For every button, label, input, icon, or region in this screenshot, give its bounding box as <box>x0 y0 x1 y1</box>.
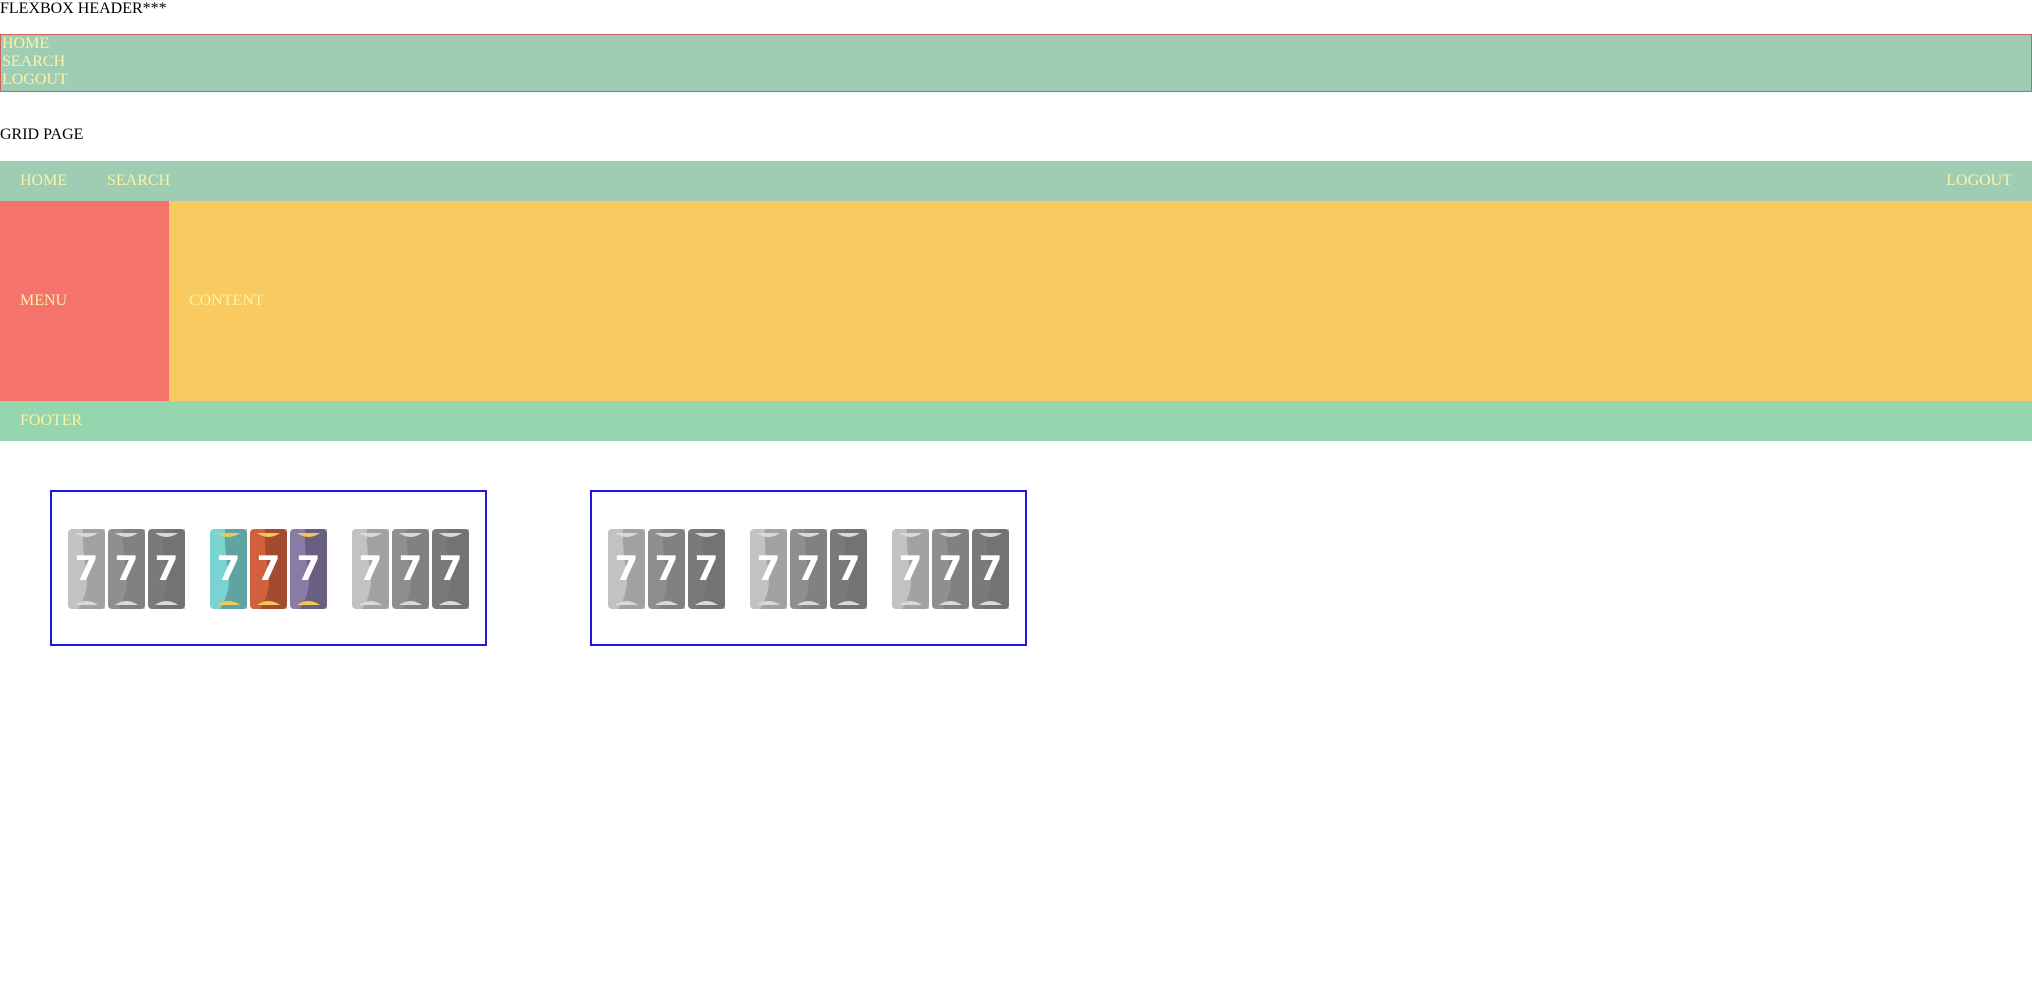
slot-reel-seven-icon: 7 <box>290 529 327 609</box>
slot-reel-symbol: 7 <box>837 549 861 589</box>
slot-reel-seven-icon: 7 <box>932 529 969 609</box>
slot-reel-symbol: 7 <box>399 549 423 589</box>
slot-reel-seven-icon: 7 <box>648 529 685 609</box>
slot-reel-seven-icon: 7 <box>750 529 787 609</box>
grid-nav: HOME SEARCH LOGOUT <box>0 161 2032 201</box>
grid-page-title: GRID PAGE <box>0 126 84 143</box>
slot-reel-seven-icon: 7 <box>68 529 105 609</box>
slot-reel-symbol: 7 <box>439 549 463 589</box>
slot-reel-seven-icon: 7 <box>148 529 185 609</box>
slot-reel-seven-icon: 7 <box>108 529 145 609</box>
slot-reel-seven-icon: 7 <box>688 529 725 609</box>
slot-reel-seven-icon: 7 <box>250 529 287 609</box>
slot-reel-seven-icon: 7 <box>608 529 645 609</box>
slot-reel-symbol: 7 <box>979 549 1003 589</box>
slot-reel-seven-icon: 7 <box>972 529 1009 609</box>
slot-reel-symbol: 7 <box>615 549 639 589</box>
grid-footer-label: FOOTER <box>20 412 83 429</box>
flex-nav-home-link[interactable]: HOME <box>1 35 2031 53</box>
grid-menu-label: MENU <box>20 292 68 309</box>
grid-nav-search-link[interactable]: SEARCH <box>107 172 170 190</box>
slot-box-1: 777777777 <box>50 490 487 646</box>
slot-reel-seven-icon: 7 <box>210 529 247 609</box>
grid-content-label: CONTENT <box>189 292 264 309</box>
flex-nav-search-link[interactable]: SEARCH <box>1 53 2031 71</box>
slot-reel-seven-icon: 7 <box>790 529 827 609</box>
slot-reel-symbol: 7 <box>155 549 179 589</box>
slot-reel-seven-icon: 7 <box>352 529 389 609</box>
slot-reel-symbol: 7 <box>257 549 281 589</box>
grid-nav-home-link[interactable]: HOME <box>20 172 67 190</box>
grid-nav-logout-link[interactable]: LOGOUT <box>1946 172 2012 190</box>
slot-reel-symbol: 7 <box>359 549 383 589</box>
slot-reel-symbol: 7 <box>899 549 923 589</box>
grid-content: CONTENT <box>169 201 2032 401</box>
slot-reel-symbol: 7 <box>297 549 321 589</box>
slot-reel-seven-icon: 7 <box>830 529 867 609</box>
grid-menu: MENU <box>0 201 169 401</box>
slot-reel-symbol: 7 <box>695 549 719 589</box>
slot-reel-symbol: 7 <box>655 549 679 589</box>
slot-reel-symbol: 7 <box>75 549 99 589</box>
slot-reel-symbol: 7 <box>757 549 781 589</box>
flexbox-nav: HOME SEARCH LOGOUT <box>0 34 2032 92</box>
slot-box-2: 777777777 <box>590 490 1027 646</box>
slot-reel-symbol: 7 <box>217 549 241 589</box>
slot-reel-seven-icon: 7 <box>432 529 469 609</box>
grid-footer: FOOTER <box>0 401 2032 441</box>
slot-reel-symbol: 7 <box>939 549 963 589</box>
flexbox-header-title: FLEXBOX HEADER*** <box>0 0 167 17</box>
slot-reel-symbol: 7 <box>797 549 821 589</box>
slot-reel-seven-icon: 7 <box>892 529 929 609</box>
slot-reel-symbol: 7 <box>115 549 139 589</box>
slot-reel-seven-icon: 7 <box>392 529 429 609</box>
flex-nav-logout-link[interactable]: LOGOUT <box>1 71 2031 89</box>
